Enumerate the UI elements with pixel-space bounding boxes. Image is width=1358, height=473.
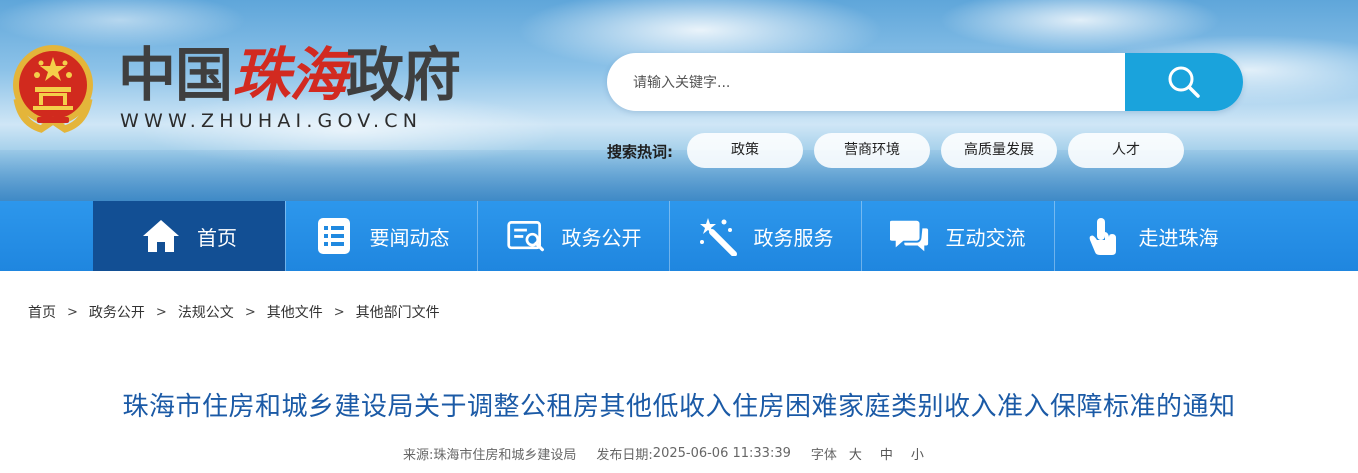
publish-date-label: 发布日期: — [596, 448, 653, 463]
font-size-large[interactable]: 大 — [849, 444, 862, 463]
home-icon — [141, 216, 181, 256]
breadcrumb-regulations[interactable]: 法规公文 — [178, 302, 234, 322]
news-list-icon — [314, 216, 354, 256]
magic-wand-icon — [698, 216, 738, 256]
logo-part-government: 政府 — [346, 41, 461, 109]
breadcrumb-separator: > — [244, 304, 256, 320]
nav-item-label: 互动交流 — [945, 225, 1026, 250]
hot-tag-business-environment[interactable]: 营商环境 — [814, 133, 930, 168]
search-icon — [1168, 66, 1200, 98]
nav-item-interaction[interactable]: 互动交流 — [861, 201, 1053, 271]
hot-tag-policy[interactable]: 政策 — [687, 133, 803, 168]
chat-bubbles-icon — [889, 216, 930, 256]
source-value: 珠海市住房和城乡建设局 — [433, 448, 577, 463]
nav-item-label: 政务服务 — [753, 225, 834, 250]
site-logo-title[interactable]: 中国珠海政府 — [118, 41, 461, 109]
breadcrumb: 首页 > 政务公开 > 法规公文 > 其他文件 > 其他部门文件 — [28, 302, 440, 322]
logo-part-zhuhai: 珠海 — [232, 41, 347, 109]
pointer-hand-icon — [1083, 216, 1123, 256]
hot-tag-talent[interactable]: 人才 — [1068, 133, 1184, 168]
logo-part-china: 中国 — [118, 41, 233, 109]
article-meta: 来源: 珠海市住房和城乡建设局 发布日期: 2025-06-06 11:33:3… — [403, 444, 924, 463]
breadcrumb-home[interactable]: 首页 — [28, 302, 56, 322]
font-size-label: 字体 — [810, 448, 837, 463]
nav-item-label: 要闻动态 — [369, 225, 450, 250]
header-banner: 中国珠海政府 WWW.ZHUHAI.GOV.CN 搜索热词: 政策 营商环境 高… — [0, 0, 1358, 201]
breadcrumb-separator: > — [333, 304, 345, 320]
main-nav: 首页 要闻动态 政务公开 政务服务 互动交流 走进珠海 — [0, 201, 1358, 271]
document-search-icon — [506, 216, 546, 256]
source-label: 来源: — [403, 448, 434, 463]
hot-keywords-label: 搜索热词: — [607, 143, 673, 161]
search-box — [607, 53, 1243, 113]
breadcrumb-other-department-files[interactable]: 其他部门文件 — [356, 302, 440, 322]
breadcrumb-government-affairs[interactable]: 政务公开 — [89, 302, 145, 322]
national-emblem-icon — [13, 45, 93, 133]
font-size-medium[interactable]: 中 — [880, 444, 893, 463]
hot-tag-high-quality-development[interactable]: 高质量发展 — [941, 133, 1057, 168]
breadcrumb-other-files[interactable]: 其他文件 — [267, 302, 323, 322]
nav-item-about-zhuhai[interactable]: 走进珠海 — [1054, 201, 1246, 271]
nav-item-home[interactable]: 首页 — [93, 201, 285, 271]
publish-date-value: 2025-06-06 11:33:39 — [652, 446, 791, 461]
nav-item-label: 走进珠海 — [1138, 225, 1219, 250]
nav-item-news[interactable]: 要闻动态 — [285, 201, 477, 271]
search-input[interactable] — [631, 53, 1115, 113]
article-title: 珠海市住房和城乡建设局关于调整公租房其他低收入住房困难家庭类别收入准入保障标准的… — [122, 392, 1236, 422]
search-button[interactable] — [1125, 53, 1243, 111]
nav-item-label: 政务公开 — [561, 225, 642, 250]
breadcrumb-separator: > — [67, 304, 78, 320]
font-size-small[interactable]: 小 — [911, 444, 924, 463]
nav-item-services[interactable]: 政务服务 — [669, 201, 861, 271]
nav-item-government-affairs[interactable]: 政务公开 — [477, 201, 669, 271]
nav-item-label: 首页 — [197, 225, 237, 250]
site-url: WWW.ZHUHAI.GOV.CN — [120, 110, 423, 132]
breadcrumb-separator: > — [155, 304, 167, 320]
